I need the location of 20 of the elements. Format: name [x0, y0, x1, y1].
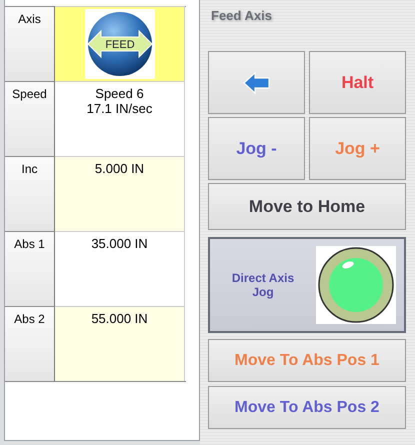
row-header: Abs 1	[5, 231, 55, 306]
command-button[interactable]: Jog -	[208, 117, 305, 180]
row-header: Abs 2	[5, 306, 55, 381]
toggle-label: Direct Axis Jog	[230, 271, 296, 299]
table-cell: 35.000 IN	[55, 231, 185, 306]
command-button[interactable]: Jog +	[309, 117, 406, 180]
feed-globe-icon: FEED	[84, 9, 154, 79]
row-header: Axis	[5, 6, 55, 81]
move-button[interactable]: Move To Abs Pos 1	[208, 339, 406, 382]
row-header: Inc	[5, 156, 55, 231]
back-button[interactable]	[208, 51, 305, 114]
table-cell: 5.000 IN	[55, 156, 185, 231]
move-button[interactable]: Move To Abs Pos 2	[208, 386, 406, 429]
command-button[interactable]: Move to Home	[208, 183, 406, 230]
panel-title: Feed Axis	[210, 8, 273, 25]
row-header: Speed	[5, 81, 55, 156]
table-cell: 55.000 IN	[55, 306, 185, 381]
table-cell: Speed 6 17.1 IN/sec	[55, 81, 185, 156]
command-button[interactable]: Halt	[309, 51, 406, 114]
direct-jog-button[interactable]: Direct Axis Jog	[208, 237, 406, 333]
